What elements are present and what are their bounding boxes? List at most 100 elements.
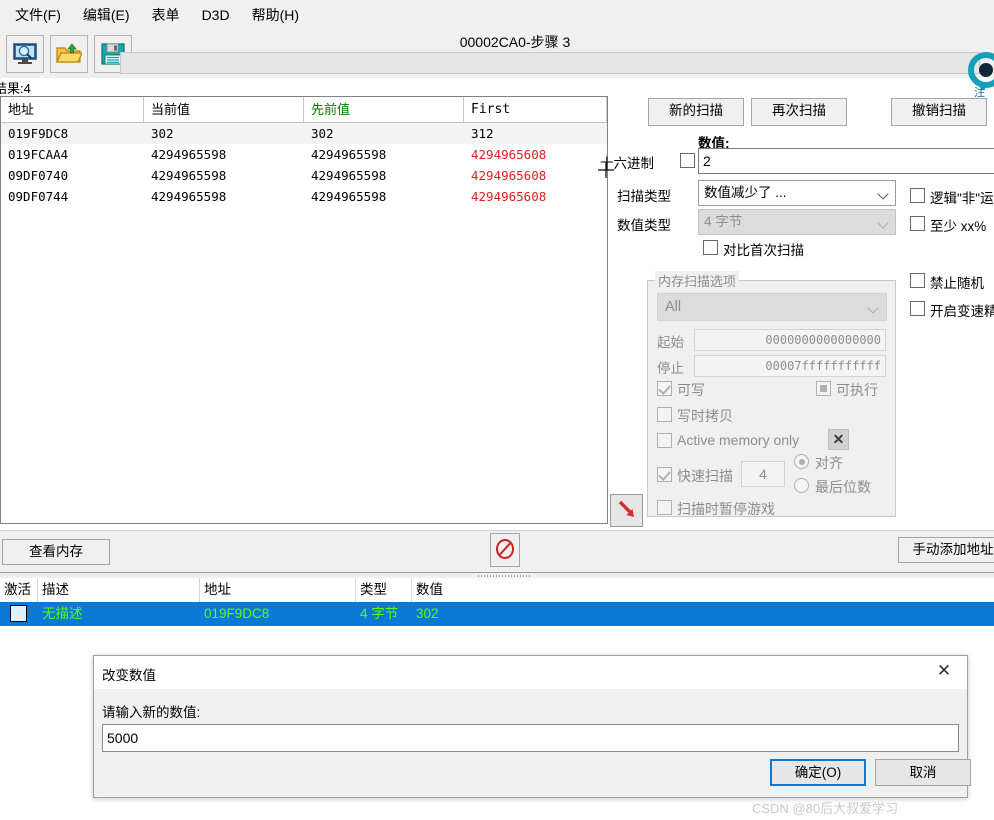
memory-region-select[interactable]: All bbox=[657, 293, 887, 321]
disable-random-checkbox[interactable] bbox=[910, 273, 925, 288]
menu-item-edit-label: 编辑(E) bbox=[82, 7, 130, 23]
scan-results-table[interactable]: 地址 当前值 先前值 First 019F9DC8 302 302 312 01… bbox=[0, 96, 608, 524]
stop-address-input[interactable]: 00007fffffffffff bbox=[694, 355, 886, 377]
fast-scan-alignment-input[interactable]: 4 bbox=[741, 461, 785, 487]
writable-checkbox[interactable] bbox=[657, 381, 672, 396]
active-memory-only-label: Active memory only bbox=[677, 432, 800, 448]
cell-current: 4294965598 bbox=[151, 168, 227, 183]
writable-label: 可写 bbox=[677, 382, 705, 398]
at-least-percent-checkbox[interactable] bbox=[910, 216, 925, 231]
scan-arrow-button[interactable] bbox=[610, 494, 643, 527]
value-type-select[interactable]: 4 字节 bbox=[698, 209, 896, 235]
open-file-button[interactable] bbox=[50, 35, 88, 73]
column-header-description[interactable]: 描述 bbox=[38, 578, 200, 602]
column-header-active[interactable]: 激活 bbox=[0, 578, 38, 602]
cell-current: 4294965598 bbox=[151, 189, 227, 204]
last-digits-label: 最后位数 bbox=[815, 479, 871, 495]
fast-scan-label: 快速扫描 bbox=[677, 468, 733, 484]
view-memory-button[interactable]: 查看内存 bbox=[2, 539, 110, 565]
menu-bar: 文件(F) 编辑(E) 表单 D3D 帮助(H) bbox=[0, 0, 994, 30]
scan-progress-bar bbox=[120, 52, 980, 74]
scan-type-value: 数值减少了 ... bbox=[704, 185, 787, 200]
last-digits-radio[interactable] bbox=[794, 478, 809, 493]
menu-item-help[interactable]: 帮助(H) bbox=[241, 2, 310, 28]
cell-previous: 302 bbox=[311, 126, 334, 141]
copy-on-write-label: 写时拷贝 bbox=[677, 408, 733, 424]
menu-item-table-label: 表单 bbox=[151, 7, 180, 23]
cell-previous: 4294965598 bbox=[311, 168, 387, 183]
table-row[interactable]: 019F9DC8 302 302 312 bbox=[1, 123, 607, 144]
menu-item-d3d-label: D3D bbox=[201, 7, 230, 23]
close-icon[interactable]: ✕ bbox=[927, 660, 961, 684]
scan-type-select[interactable]: 数值减少了 ... bbox=[698, 180, 896, 206]
hex-checkbox[interactable] bbox=[680, 153, 695, 168]
compare-first-scan-checkbox[interactable] bbox=[703, 240, 718, 255]
dialog-title: 改变数值 bbox=[102, 668, 156, 683]
pause-game-while-scanning-checkbox[interactable] bbox=[657, 500, 672, 515]
pause-game-while-scanning-label: 扫描时暂停游戏 bbox=[677, 501, 775, 517]
menu-item-file[interactable]: 文件(F) bbox=[4, 2, 72, 28]
window-title: 00002CA0-步骤 3 bbox=[459, 34, 571, 50]
cell-first: 4294965608 bbox=[471, 189, 547, 204]
address-list-row[interactable]: 无描述 019F9DC8 4 字节 302 bbox=[0, 602, 994, 626]
dialog-cancel-button[interactable]: 取消 bbox=[875, 759, 971, 786]
next-scan-button[interactable]: 再次扫描 bbox=[751, 98, 847, 126]
table-row[interactable]: 09DF0740 4294965598 4294965598 429496560… bbox=[1, 165, 607, 186]
results-count-label: 结果:4 bbox=[0, 81, 31, 96]
executable-checkbox[interactable] bbox=[816, 381, 831, 396]
column-header-address[interactable]: 地址 bbox=[200, 578, 356, 602]
row-value: 302 bbox=[416, 606, 439, 621]
column-header-type[interactable]: 类型 bbox=[356, 578, 412, 602]
at-least-percent-label: 至少 xx% bbox=[930, 219, 987, 234]
cell-current: 302 bbox=[151, 126, 174, 141]
active-memory-only-checkbox[interactable] bbox=[657, 433, 672, 448]
logical-not-label: 逻辑"非"运 bbox=[930, 191, 994, 206]
row-description: 无描述 bbox=[42, 606, 83, 621]
dialog-ok-button[interactable]: 确定(O) bbox=[770, 759, 866, 786]
new-scan-button[interactable]: 新的扫描 bbox=[648, 98, 744, 126]
table-row[interactable]: 019FCAA4 4294965598 4294965598 429496560… bbox=[1, 144, 607, 165]
column-header-current-value[interactable]: 当前值 bbox=[144, 97, 304, 123]
add-address-manually-button[interactable]: 手动添加地址 bbox=[898, 537, 994, 563]
compare-first-scan-label: 对比首次扫描 bbox=[723, 243, 804, 258]
address-list-header: 激活 描述 地址 类型 数值 bbox=[0, 578, 994, 602]
new-value-input[interactable]: 5000 bbox=[102, 724, 959, 752]
activate-checkbox[interactable] bbox=[10, 605, 27, 622]
select-process-button[interactable] bbox=[6, 35, 44, 73]
column-header-first-value[interactable]: First bbox=[464, 97, 607, 123]
executable-label: 可执行 bbox=[836, 382, 878, 398]
menu-item-file-label: 文件(F) bbox=[15, 7, 61, 23]
start-address-input[interactable]: 0000000000000000 bbox=[694, 329, 886, 351]
column-header-value[interactable]: 数值 bbox=[412, 578, 972, 602]
scan-value-input[interactable]: 2 bbox=[698, 148, 994, 174]
memory-region-value: All bbox=[665, 299, 682, 315]
menu-item-edit[interactable]: 编辑(E) bbox=[72, 2, 141, 28]
row-address: 019F9DC8 bbox=[204, 606, 270, 621]
scan-type-label: 扫描类型 bbox=[617, 189, 671, 204]
cell-first: 4294965608 bbox=[471, 147, 547, 162]
no-entry-button[interactable] bbox=[490, 533, 520, 567]
logical-not-checkbox[interactable] bbox=[910, 188, 925, 203]
no-entry-icon bbox=[494, 538, 516, 563]
column-header-address[interactable]: 地址 bbox=[1, 97, 144, 123]
enable-speedhack-checkbox[interactable] bbox=[910, 301, 925, 316]
clear-memory-filter-button[interactable]: ✕ bbox=[828, 429, 849, 450]
value-type-value: 4 字节 bbox=[704, 214, 743, 229]
value-type-label: 数值类型 bbox=[617, 218, 671, 233]
undo-scan-button[interactable]: 撤销扫描 bbox=[891, 98, 987, 126]
row-active-cell[interactable] bbox=[0, 602, 38, 626]
disable-random-label: 禁止随机 bbox=[930, 276, 984, 291]
fast-scan-checkbox[interactable] bbox=[657, 467, 672, 482]
menu-item-table[interactable]: 表单 bbox=[141, 2, 191, 28]
table-row[interactable]: 09DF0744 4294965598 4294965598 429496560… bbox=[1, 186, 607, 207]
cell-address: 09DF0740 bbox=[8, 168, 69, 183]
copy-on-write-checkbox[interactable] bbox=[657, 407, 672, 422]
dialog-prompt-label: 请输入新的数值: bbox=[102, 705, 201, 720]
alignment-radio[interactable] bbox=[794, 454, 809, 469]
monitor-magnifier-icon bbox=[12, 42, 38, 66]
memory-scan-options-group: All 起始 0000000000000000 停止 00007ffffffff… bbox=[647, 280, 896, 517]
title-and-progress-area: 00002CA0-步骤 3 注 bbox=[120, 30, 994, 99]
column-header-previous-value[interactable]: 先前值 bbox=[304, 97, 464, 123]
menu-item-d3d[interactable]: D3D bbox=[191, 4, 241, 26]
cell-previous: 4294965598 bbox=[311, 147, 387, 162]
